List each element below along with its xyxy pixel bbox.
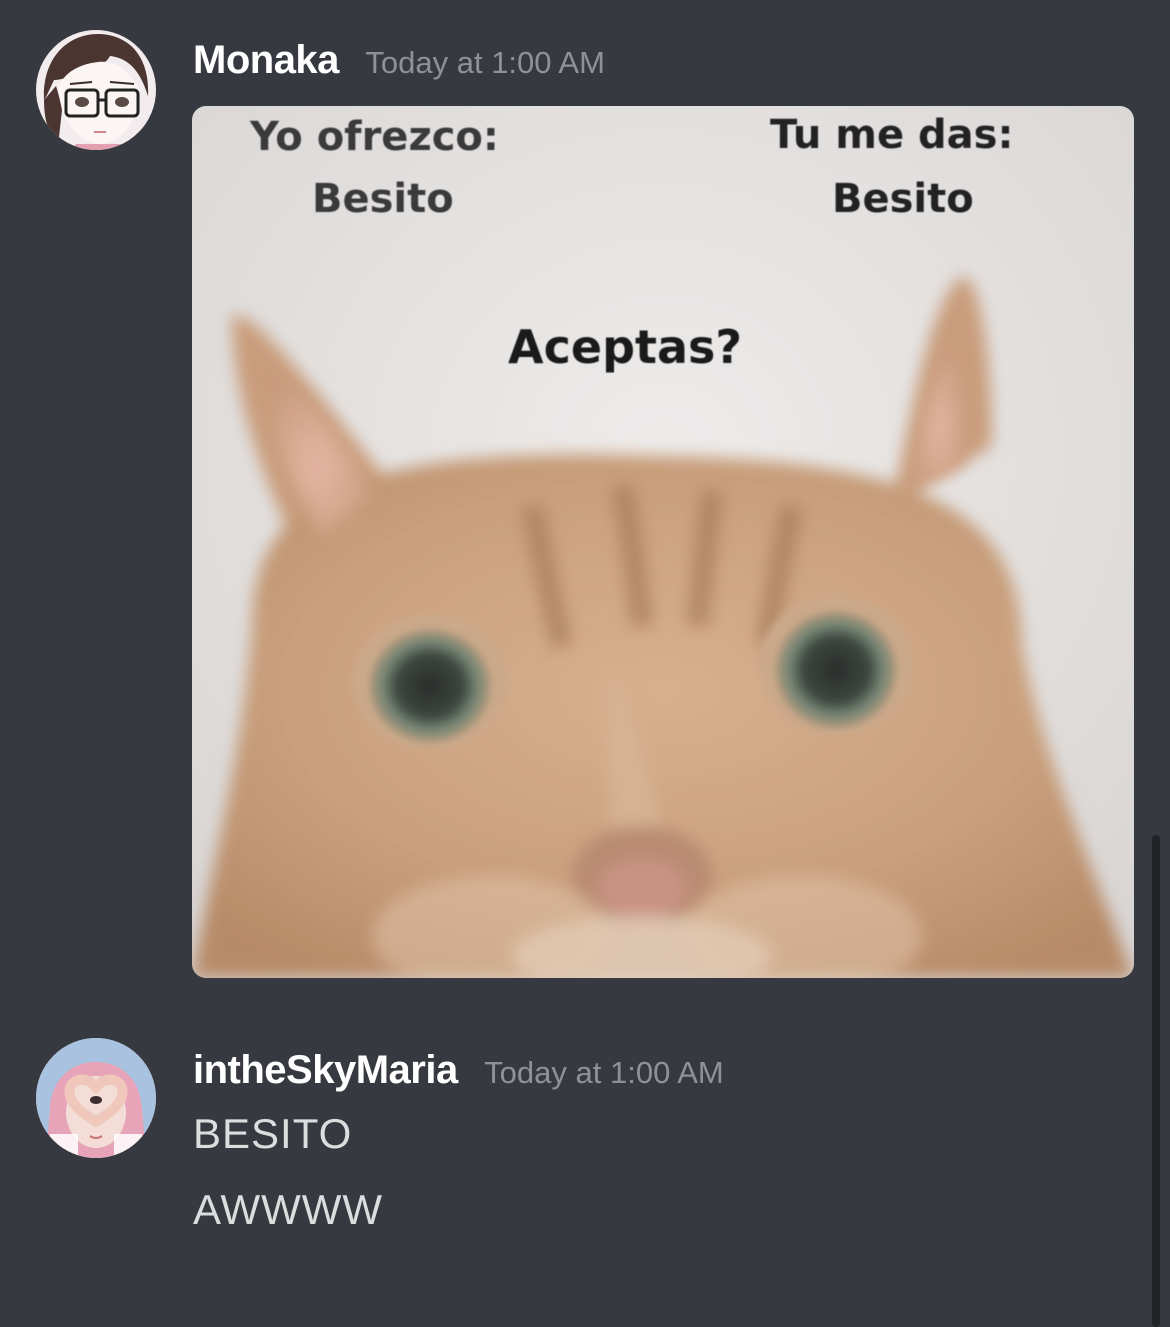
timestamp[interactable]: Today at 1:00 AM <box>365 45 605 80</box>
message-header: Monaka Today at 1:00 AM <box>193 38 605 83</box>
meme-give-value: Besito <box>832 176 974 222</box>
meme-give-label: Tu me das: <box>770 112 1014 158</box>
scrollbar-thumb[interactable] <box>1152 835 1160 1327</box>
message-text: BESITO <box>193 1110 353 1157</box>
message-header: intheSkyMaria Today at 1:00 AM <box>193 1048 724 1093</box>
username[interactable]: intheSkyMaria <box>193 1048 458 1092</box>
pink-hair-heart-hands-avatar-icon[interactable] <box>36 1038 156 1158</box>
username[interactable]: Monaka <box>193 38 339 82</box>
meme-question: Aceptas? <box>508 320 743 374</box>
chat-view: Monaka Today at 1:00 AM Yo ofrezco: Besi… <box>0 0 1170 1327</box>
timestamp[interactable]: Today at 1:00 AM <box>484 1055 724 1090</box>
meme-offer-label: Yo ofrezco: <box>250 114 499 160</box>
anime-glasses-avatar-icon[interactable] <box>36 30 156 150</box>
message-text: AWWWW <box>193 1186 384 1233</box>
cat-meme-image[interactable]: Yo ofrezco: Besito Tu me das: Besito Ace… <box>192 106 1134 978</box>
meme-offer-value: Besito <box>312 176 454 222</box>
